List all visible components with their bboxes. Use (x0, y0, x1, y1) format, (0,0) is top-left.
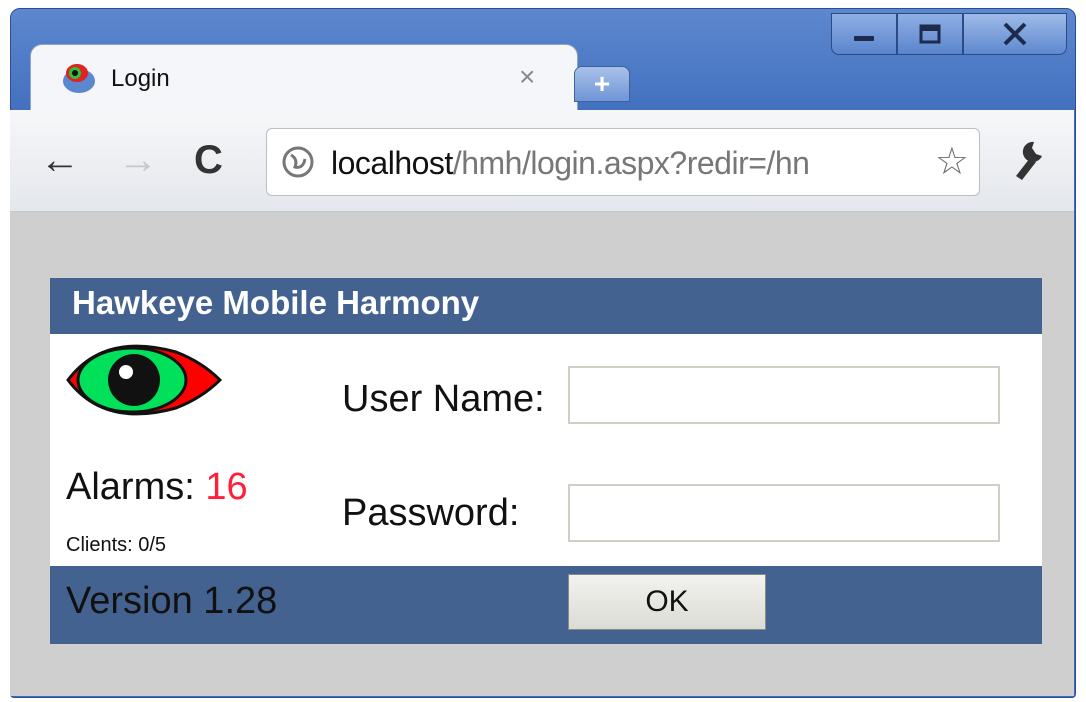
close-icon (1003, 22, 1027, 46)
close-window-button[interactable] (963, 13, 1067, 55)
user-name-input[interactable] (568, 366, 1000, 424)
ok-button[interactable]: OK (568, 574, 766, 630)
password-label: Password: (342, 492, 520, 534)
bookmark-star-icon[interactable]: ☆ (935, 139, 969, 184)
alarms-status: Alarms: 16 (66, 466, 248, 509)
version-text: Version 1.28 (66, 580, 278, 622)
window-controls (831, 13, 1067, 57)
panel-footer: Version 1.28 OK (50, 566, 1042, 644)
wrench-icon[interactable] (1004, 134, 1054, 184)
url-path: /hmh/login.aspx?redir=/hn (452, 145, 810, 181)
url-text[interactable]: localhost/hmh/login.aspx?redir=/hn (331, 145, 921, 182)
maximize-button[interactable] (897, 13, 963, 55)
login-panel: Hawkeye Mobile Harmony Alarms: 16 Client… (50, 278, 1042, 644)
new-tab-button[interactable]: + (574, 66, 630, 102)
minimize-button[interactable] (831, 13, 897, 55)
tab-login[interactable]: Login × (30, 44, 578, 112)
alarms-label: Alarms: (66, 466, 206, 508)
browser-toolbar: ← → C localhost/hmh/login.aspx?redir=/hn… (10, 110, 1074, 212)
back-button[interactable]: ← (40, 138, 80, 183)
hawkeye-favicon-icon (63, 64, 95, 93)
page-content: Hawkeye Mobile Harmony Alarms: 16 Client… (10, 212, 1074, 696)
app-title: Hawkeye Mobile Harmony (50, 278, 1042, 334)
clients-status: Clients: 0/5 (66, 534, 167, 556)
maximize-icon (919, 24, 941, 44)
tab-close-icon[interactable]: × (519, 61, 535, 93)
address-bar[interactable]: localhost/hmh/login.aspx?redir=/hn ☆ (266, 128, 980, 196)
user-name-label: User Name: (342, 378, 545, 420)
minimize-icon (854, 36, 874, 41)
forward-button[interactable]: → (118, 138, 158, 183)
globe-icon (282, 146, 314, 178)
alarms-count: 16 (205, 466, 248, 508)
tab-title: Login (111, 65, 170, 92)
password-input[interactable] (568, 484, 1000, 542)
url-host: localhost (331, 145, 453, 181)
reload-button[interactable]: C (194, 138, 223, 183)
hawkeye-eye-icon (66, 344, 223, 416)
